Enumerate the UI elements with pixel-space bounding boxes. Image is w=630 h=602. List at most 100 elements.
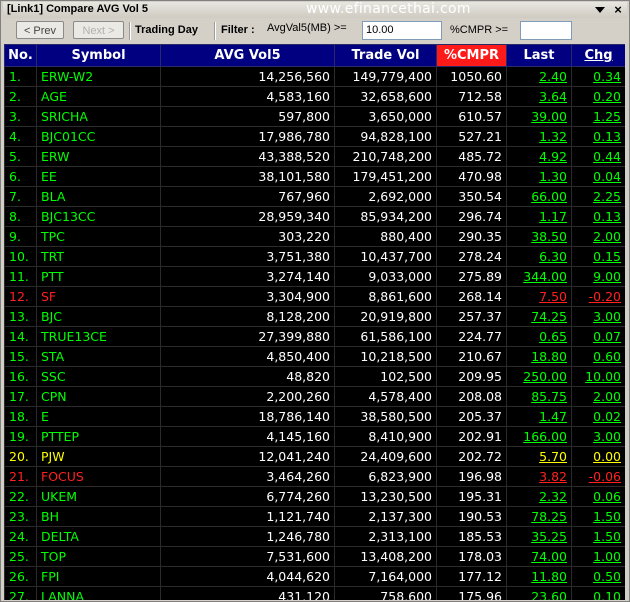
table-row[interactable]: 27. LANNA 431,120 758,600 175.96 23.60 0.10 bbox=[4, 586, 625, 600]
table-row[interactable]: 10. TRT 3,751,380 10,437,700 278.24 6.30 0.15 bbox=[4, 246, 625, 267]
symbol-cell[interactable]: CPN bbox=[36, 386, 161, 407]
symbol-cell[interactable]: DELTA bbox=[36, 526, 161, 547]
last-price-link[interactable]: 74.25 bbox=[506, 306, 572, 327]
change-link[interactable]: 0.44 bbox=[571, 146, 625, 167]
symbol-cell[interactable]: FOCUS bbox=[36, 466, 161, 487]
table-row[interactable]: 1. ERW-W2 14,256,560 149,779,400 1050.60 2.40… bbox=[4, 66, 625, 87]
change-link[interactable]: 2.25 bbox=[571, 186, 625, 207]
last-price-link[interactable]: 66.00 bbox=[506, 186, 572, 207]
table-row[interactable]: 22. UKEM 6,774,260 13,230,500 195.31 2.32 0.06 bbox=[4, 486, 625, 507]
symbol-cell[interactable]: ERW-W2 bbox=[36, 66, 161, 87]
last-price-link[interactable]: 78.25 bbox=[506, 506, 572, 527]
last-price-link[interactable]: 1.47 bbox=[506, 406, 572, 427]
col-header-last[interactable]: Last bbox=[506, 44, 572, 67]
last-price-link[interactable]: 166.00 bbox=[506, 426, 572, 447]
table-row[interactable]: 7. BLA 767,960 2,692,000 350.54 66.00 2.25 bbox=[4, 186, 625, 207]
last-price-link[interactable]: 1.30 bbox=[506, 166, 572, 187]
table-row[interactable]: 25. TOP 7,531,600 13,408,200 178.03 74.00 1.00 bbox=[4, 546, 625, 567]
window-menu-button[interactable] bbox=[593, 4, 607, 16]
last-price-link[interactable]: 3.64 bbox=[506, 86, 572, 107]
last-price-link[interactable]: 2.32 bbox=[506, 486, 572, 507]
next-button[interactable]: Next > bbox=[73, 21, 124, 39]
avgval5-criterion-input[interactable]: 10.00 bbox=[362, 21, 442, 40]
change-link[interactable]: -0.06 bbox=[571, 466, 625, 487]
col-header-no[interactable]: No. bbox=[4, 44, 37, 67]
table-row[interactable]: 19. PTTEP 4,145,160 8,410,900 202.91 166.00 3.… bbox=[4, 426, 625, 447]
table-row[interactable]: 26. FPI 4,044,620 7,164,000 177.12 11.80 0.50 bbox=[4, 566, 625, 587]
symbol-cell[interactable]: BH bbox=[36, 506, 161, 527]
table-row[interactable]: 17. CPN 2,200,260 4,578,400 208.08 85.75 2.00 bbox=[4, 386, 625, 407]
change-link[interactable]: 0.15 bbox=[571, 246, 625, 267]
last-price-link[interactable]: 18.80 bbox=[506, 346, 572, 367]
symbol-cell[interactable]: TOP bbox=[36, 546, 161, 567]
table-row[interactable]: 5. ERW 43,388,520 210,748,200 485.72 4.92 0.44 bbox=[4, 146, 625, 167]
change-link[interactable]: 0.50 bbox=[571, 566, 625, 587]
change-link[interactable]: 0.60 bbox=[571, 346, 625, 367]
change-link[interactable]: 0.20 bbox=[571, 86, 625, 107]
last-price-link[interactable]: 11.80 bbox=[506, 566, 572, 587]
change-link[interactable]: 9.00 bbox=[571, 266, 625, 287]
last-price-link[interactable]: 250.00 bbox=[506, 366, 572, 387]
table-row[interactable]: 13. BJC 8,128,200 20,919,800 257.37 74.25 3.00 bbox=[4, 306, 625, 327]
symbol-cell[interactable]: STA bbox=[36, 346, 161, 367]
change-link[interactable]: 0.06 bbox=[571, 486, 625, 507]
change-link[interactable]: 3.00 bbox=[571, 426, 625, 447]
last-price-link[interactable]: 35.25 bbox=[506, 526, 572, 547]
change-link[interactable]: 0.04 bbox=[571, 166, 625, 187]
last-price-link[interactable]: 0.65 bbox=[506, 326, 572, 347]
change-link[interactable]: 1.00 bbox=[571, 546, 625, 567]
change-link[interactable]: -0.20 bbox=[571, 286, 625, 307]
last-price-link[interactable]: 5.70 bbox=[506, 446, 572, 467]
col-header-trade-vol[interactable]: Trade Vol bbox=[334, 44, 437, 67]
symbol-cell[interactable]: FPI bbox=[36, 566, 161, 587]
cmpr-criterion-input[interactable] bbox=[520, 21, 572, 40]
change-link[interactable]: 0.00 bbox=[571, 446, 625, 467]
last-price-link[interactable]: 23.60 bbox=[506, 586, 572, 600]
table-row[interactable]: 12. SF 3,304,900 8,861,600 268.14 7.50 -0.20 bbox=[4, 286, 625, 307]
last-price-link[interactable]: 39.00 bbox=[506, 106, 572, 127]
symbol-cell[interactable]: AGE bbox=[36, 86, 161, 107]
table-row[interactable]: 9. TPC 303,220 880,400 290.35 38.50 2.00 bbox=[4, 226, 625, 247]
change-link[interactable]: 1.25 bbox=[571, 106, 625, 127]
symbol-cell[interactable]: PJW bbox=[36, 446, 161, 467]
symbol-cell[interactable]: BLA bbox=[36, 186, 161, 207]
symbol-cell[interactable]: TRT bbox=[36, 246, 161, 267]
table-row[interactable]: 24. DELTA 1,246,780 2,313,100 185.53 35.25 1.5… bbox=[4, 526, 625, 547]
symbol-cell[interactable]: UKEM bbox=[36, 486, 161, 507]
change-link[interactable]: 1.50 bbox=[571, 506, 625, 527]
col-header-symbol[interactable]: Symbol bbox=[36, 44, 161, 67]
change-link[interactable]: 0.02 bbox=[571, 406, 625, 427]
table-row[interactable]: 6. EE 38,101,580 179,451,200 470.98 1.30 0.04 bbox=[4, 166, 625, 187]
last-price-link[interactable]: 7.50 bbox=[506, 286, 572, 307]
symbol-cell[interactable]: TRUE13CE bbox=[36, 326, 161, 347]
table-row[interactable]: 14. TRUE13CE 27,399,880 61,586,100 224.77 0.6… bbox=[4, 326, 625, 347]
change-link[interactable]: 0.07 bbox=[571, 326, 625, 347]
last-price-link[interactable]: 74.00 bbox=[506, 546, 572, 567]
last-price-link[interactable]: 1.32 bbox=[506, 126, 572, 147]
symbol-cell[interactable]: PTT bbox=[36, 266, 161, 287]
table-row[interactable]: 20. PJW 12,041,240 24,409,600 202.72 5.70 0.00 bbox=[4, 446, 625, 467]
prev-button[interactable]: < Prev bbox=[16, 21, 64, 39]
table-row[interactable]: 21. FOCUS 3,464,260 6,823,900 196.98 3.82 -0.0… bbox=[4, 466, 625, 487]
col-header-cmpr[interactable]: %CMPR bbox=[436, 44, 507, 67]
col-header-avg-vol5[interactable]: AVG Vol5 bbox=[160, 44, 335, 67]
table-row[interactable]: 23. BH 1,121,740 2,137,300 190.53 78.25 1.50 bbox=[4, 506, 625, 527]
change-link[interactable]: 2.00 bbox=[571, 386, 625, 407]
last-price-link[interactable]: 6.30 bbox=[506, 246, 572, 267]
change-link[interactable]: 0.13 bbox=[571, 126, 625, 147]
table-row[interactable]: 11. PTT 3,274,140 9,033,000 275.89 344.00 9.00 bbox=[4, 266, 625, 287]
table-row[interactable]: 8. BJC13CC 28,959,340 85,934,200 296.74 1.17 0… bbox=[4, 206, 625, 227]
last-price-link[interactable]: 4.92 bbox=[506, 146, 572, 167]
table-row[interactable]: 3. SRICHA 597,800 3,650,000 610.57 39.00 1.25 bbox=[4, 106, 625, 127]
close-button[interactable]: × bbox=[611, 3, 625, 16]
table-row[interactable]: 16. SSC 48,820 102,500 209.95 250.00 10.00 bbox=[4, 366, 625, 387]
symbol-cell[interactable]: PTTEP bbox=[36, 426, 161, 447]
last-price-link[interactable]: 2.40 bbox=[506, 66, 572, 87]
table-row[interactable]: 18. E 18,786,140 38,580,500 205.37 1.47 0.02 bbox=[4, 406, 625, 427]
symbol-cell[interactable]: BJC01CC bbox=[36, 126, 161, 147]
last-price-link[interactable]: 85.75 bbox=[506, 386, 572, 407]
symbol-cell[interactable]: SF bbox=[36, 286, 161, 307]
table-row[interactable]: 15. STA 4,850,400 10,218,500 210.67 18.80 0.60 bbox=[4, 346, 625, 367]
change-link[interactable]: 3.00 bbox=[571, 306, 625, 327]
symbol-cell[interactable]: TPC bbox=[36, 226, 161, 247]
